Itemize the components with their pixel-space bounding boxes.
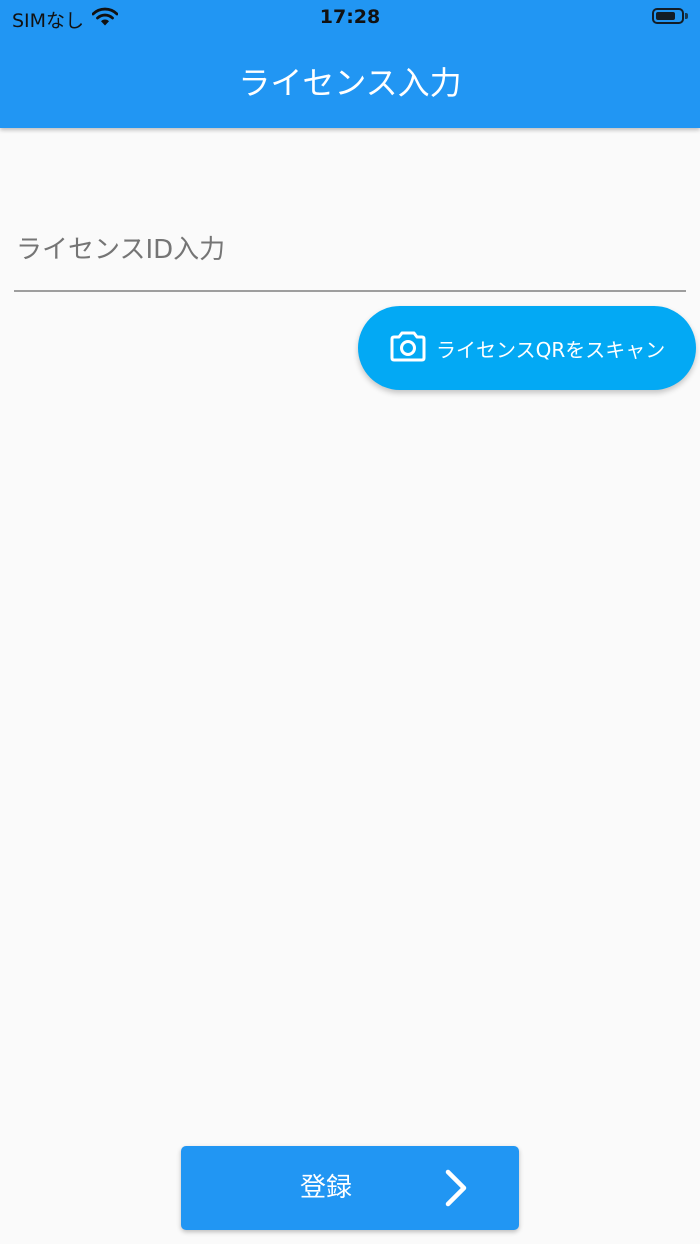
camera-icon	[390, 330, 426, 366]
register-button[interactable]: 登録	[181, 1146, 519, 1230]
license-id-field[interactable]	[14, 210, 686, 294]
license-id-input[interactable]	[14, 210, 686, 292]
chevron-right-icon	[443, 1168, 469, 1212]
battery-icon	[652, 8, 688, 24]
app-bar: SIMなし 17:28 ライセンス入力	[0, 0, 700, 128]
status-time: 17:28	[319, 6, 381, 28]
scan-license-qr-button[interactable]: ライセンスQRをスキャン	[358, 306, 696, 390]
register-button-label: 登録	[299, 1173, 352, 1203]
scan-button-label: ライセンスQRをスキャン	[436, 337, 666, 362]
battery-fill	[656, 12, 676, 20]
page-title: ライセンス入力	[238, 64, 462, 102]
status-bar: SIMなし 17:28	[0, 0, 700, 36]
